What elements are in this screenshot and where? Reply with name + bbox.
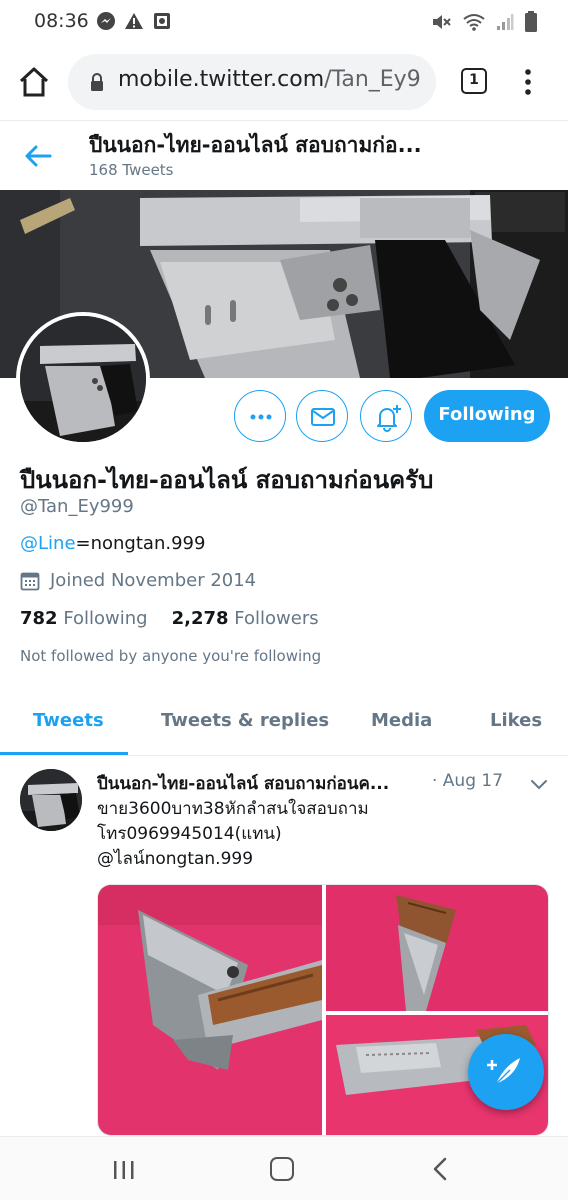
more-dots-icon xyxy=(250,414,272,420)
more-options-button[interactable] xyxy=(234,390,286,442)
tweet-photo-1[interactable] xyxy=(98,885,322,1135)
profile-avatar[interactable] xyxy=(16,312,150,446)
tweet-text: ขาย3600บาท38หักลำสนใจสอบถาม โทร096994501… xyxy=(97,797,537,872)
recent-apps-icon[interactable] xyxy=(112,1159,136,1181)
tab-media[interactable]: Media xyxy=(371,710,432,731)
followers-stat-link[interactable]: 2,278 Followers xyxy=(172,608,319,629)
tweet-author-avatar[interactable] xyxy=(20,769,82,831)
tweet-date[interactable]: · Aug 17 xyxy=(432,771,503,791)
profile-joined: Joined November 2014 xyxy=(20,570,256,591)
profile-stats: 782 Following 2,278 Followers xyxy=(20,608,319,629)
url-host: mobile.twitter.com xyxy=(118,67,325,92)
tweet-author-name[interactable]: ปืนนอก-ไทย-ออนไลน์ สอบถามก่อนค... xyxy=(97,770,427,797)
followed-by-note: Not followed by anyone you're following xyxy=(20,647,322,665)
tab-tweets[interactable]: Tweets xyxy=(33,710,104,731)
warning-icon xyxy=(124,11,144,31)
following-count: 782 xyxy=(20,608,58,629)
address-bar[interactable]: mobile.twitter.com/Tan_Ey9 xyxy=(68,54,436,110)
envelope-icon xyxy=(311,408,335,426)
following-button[interactable]: Following xyxy=(424,390,550,442)
nav-back-icon[interactable] xyxy=(432,1157,448,1181)
tweet-count: 168 Tweets xyxy=(89,161,174,179)
header-title: ปืนนอก-ไทย-ออนไลน์ สอบถามก่อ... xyxy=(89,133,422,157)
profile-handle: @Tan_Ey999 xyxy=(20,496,134,517)
joined-text: Joined November 2014 xyxy=(50,570,257,591)
active-tab-indicator xyxy=(0,752,128,755)
photo-icon xyxy=(152,11,172,31)
followers-count: 2,278 xyxy=(171,608,229,629)
notifications-button[interactable] xyxy=(360,390,412,442)
wifi-icon xyxy=(462,12,486,36)
followers-label: Followers xyxy=(234,608,319,629)
nav-home-icon[interactable] xyxy=(270,1157,294,1181)
profile-header-bar: ปืนนอก-ไทย-ออนไลน์ สอบถามก่อ... 168 Twee… xyxy=(0,120,568,190)
battery-icon xyxy=(524,11,538,37)
status-time: 08:36 xyxy=(34,10,89,32)
system-nav-bar xyxy=(0,1136,568,1200)
signal-icon xyxy=(496,12,514,36)
overflow-menu-icon[interactable] xyxy=(520,66,536,98)
url-path: /Tan_Ey9 xyxy=(324,67,421,92)
bio-mention-link[interactable]: @Line xyxy=(20,533,76,554)
profile-tabs: Tweets Tweets & replies Media Likes xyxy=(0,690,568,756)
url-text: mobile.twitter.com/Tan_Ey9 xyxy=(118,67,424,92)
compose-tweet-button[interactable] xyxy=(468,1034,544,1110)
bell-plus-icon xyxy=(377,405,401,432)
bio-text: =nongtan.999 xyxy=(75,533,206,554)
status-bar: 08:36 xyxy=(0,0,568,44)
back-arrow-icon[interactable] xyxy=(22,141,54,171)
message-button[interactable] xyxy=(296,390,348,442)
calendar-icon xyxy=(20,572,40,590)
tweet-photo-2[interactable] xyxy=(326,885,548,1011)
tweet-line-1: ขาย3600บาท38หักลำสนใจสอบถาม xyxy=(97,799,369,819)
following-label: Following xyxy=(63,608,148,629)
feather-plus-icon xyxy=(487,1058,520,1085)
profile-name: ปืนนอก-ไทย-ออนไลน์ สอบถามก่อนครับ xyxy=(20,466,434,494)
tab-likes[interactable]: Likes xyxy=(490,710,542,731)
chevron-down-icon[interactable] xyxy=(530,776,548,790)
tweet-line-3[interactable]: @ไลน์nongtan.999 xyxy=(97,847,537,872)
mute-icon xyxy=(430,12,452,36)
following-stat-link[interactable]: 782 Following xyxy=(20,608,148,629)
tab-switcher-button[interactable]: 1 xyxy=(461,68,487,94)
messenger-icon xyxy=(96,11,116,31)
browser-toolbar: mobile.twitter.com/Tan_Ey9 1 xyxy=(0,44,568,120)
profile-bio: @Line=nongtan.999 xyxy=(20,533,205,554)
tweet-line-2: โทร0969945014(แทน) xyxy=(97,824,282,844)
tab-count: 1 xyxy=(469,72,479,88)
lock-icon xyxy=(90,72,104,92)
home-icon[interactable] xyxy=(16,64,52,100)
tab-tweets-replies[interactable]: Tweets & replies xyxy=(161,710,329,731)
